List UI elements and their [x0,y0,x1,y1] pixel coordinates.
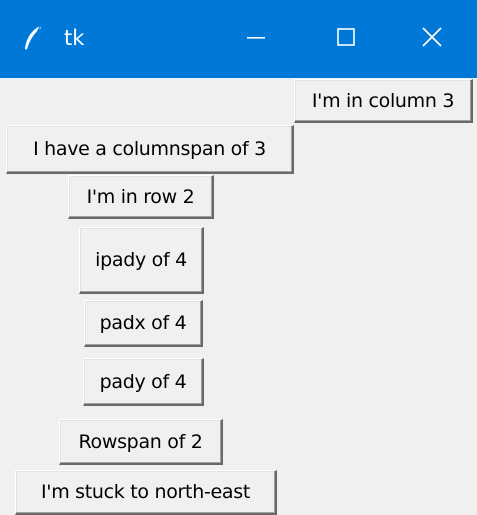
columnspan-3-button[interactable]: I have a columnspan of 3 [6,125,294,174]
maximize-icon [336,27,356,51]
window-title: tk [64,26,85,50]
north-east-button[interactable]: I'm stuck to north-east [15,470,277,515]
minimize-icon [246,27,266,51]
minimize-button[interactable] [211,0,301,78]
pady-4-button[interactable]: pady of 4 [83,358,204,406]
column-3-button[interactable]: I'm in column 3 [294,79,473,123]
rowspan-2-button[interactable]: Rowspan of 2 [59,419,223,465]
maximize-button[interactable] [301,0,391,78]
title-bar[interactable]: tk [0,0,477,78]
ipady-4-button[interactable]: ipady of 4 [79,227,204,294]
close-button[interactable] [387,0,477,78]
window-client-area: I'm in column 3 I have a columnspan of 3… [0,78,477,515]
close-icon [421,26,443,52]
padx-4-button[interactable]: padx of 4 [84,300,203,347]
row-2-button[interactable]: I'm in row 2 [68,175,214,219]
feather-icon [22,24,44,52]
